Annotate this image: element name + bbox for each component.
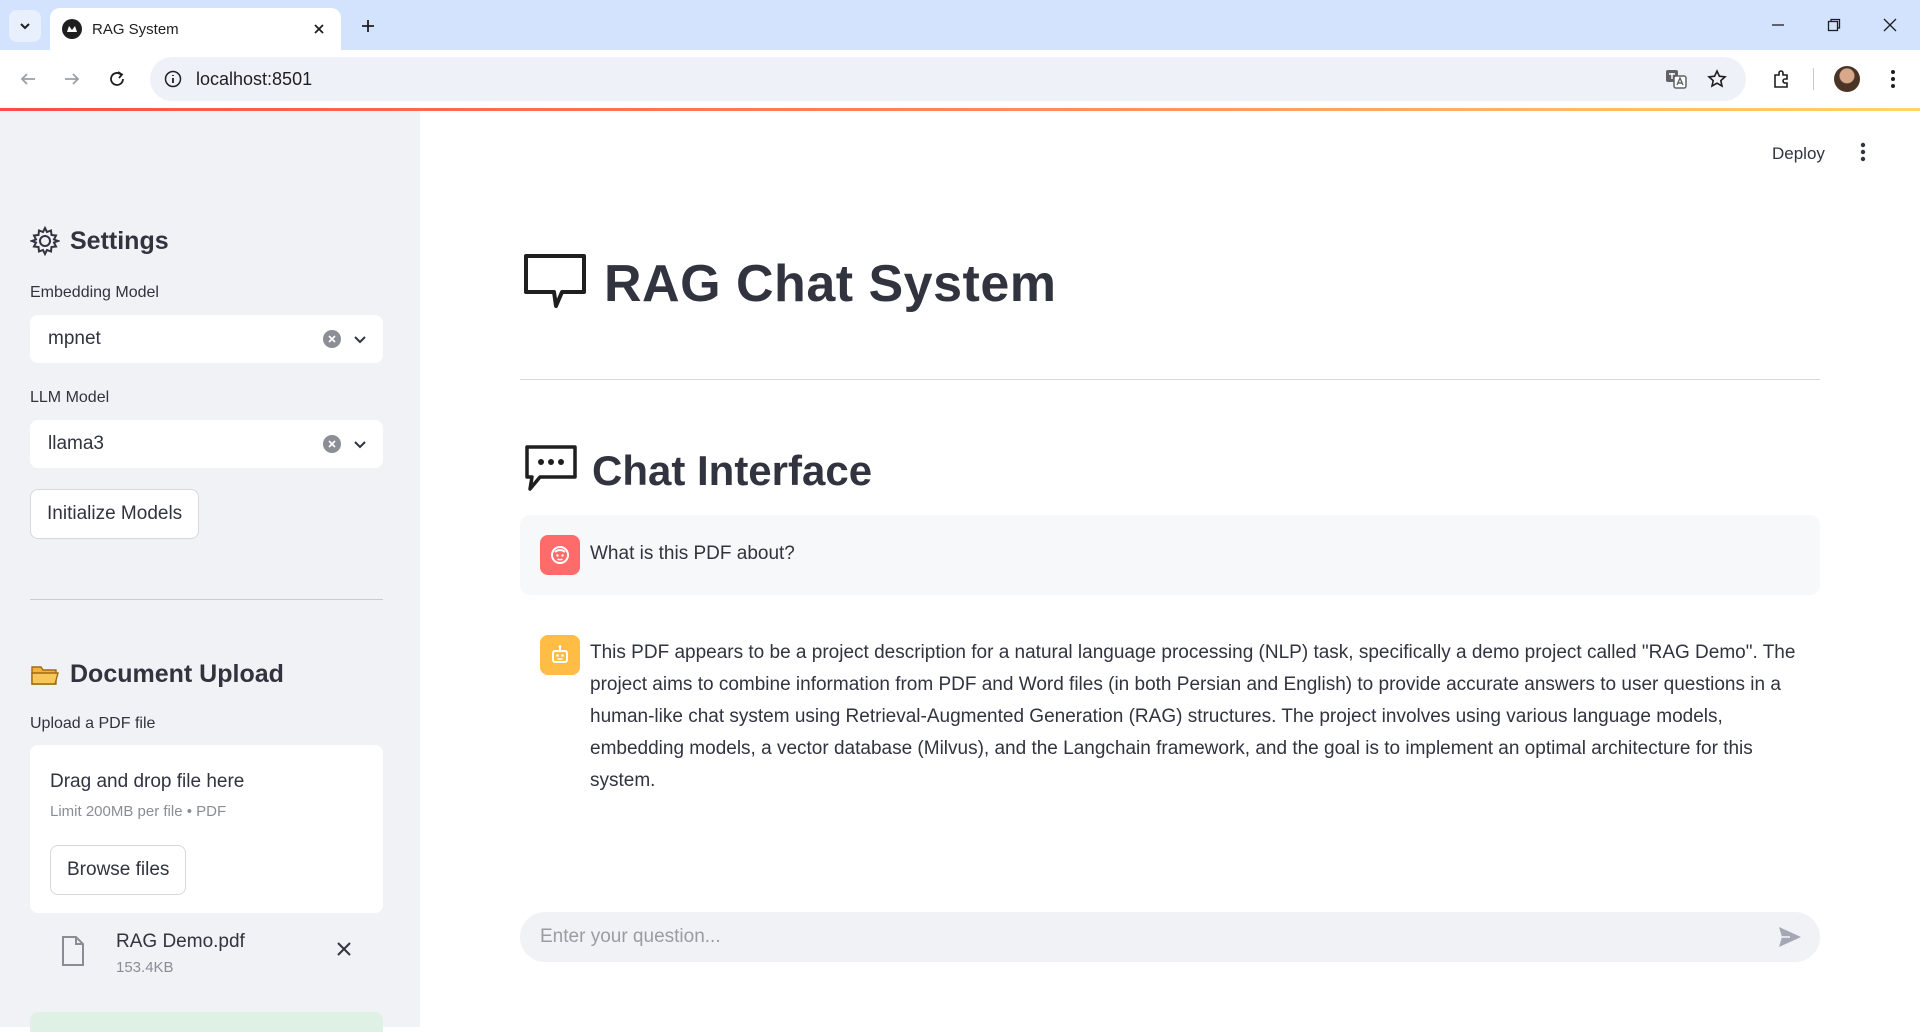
minimize-icon <box>1772 24 1784 26</box>
browse-files-button[interactable]: Browse files <box>50 845 187 895</box>
remove-file-icon[interactable] <box>336 941 352 962</box>
page-title-text: RAG Chat System <box>604 254 1057 313</box>
browser-menu-button[interactable] <box>1878 64 1908 94</box>
chevron-down-icon[interactable] <box>353 332 367 346</box>
embedding-model-value: mpnet <box>48 328 101 349</box>
upload-success-alert <box>30 1012 383 1032</box>
url-text: localhost:8501 <box>196 68 313 89</box>
reload-icon <box>110 71 124 86</box>
file-name: RAG Demo.pdf <box>116 931 245 952</box>
gear-icon <box>30 226 60 256</box>
restore-icon <box>1827 18 1841 32</box>
extensions-button[interactable] <box>1766 64 1796 94</box>
initialize-models-button[interactable]: Initialize Models <box>30 489 200 539</box>
kebab-menu-icon <box>1891 70 1895 88</box>
file-size: 153.4KB <box>116 959 174 976</box>
title-divider <box>520 379 1820 380</box>
chat-input-container <box>520 912 1820 962</box>
embedding-model-label: Embedding Model <box>30 284 159 301</box>
chevron-down-icon <box>20 23 30 30</box>
tab-search-button[interactable] <box>9 10 41 42</box>
arrow-left-icon <box>20 73 35 85</box>
embedding-model-select[interactable]: mpnet <box>30 315 383 363</box>
browser-toolbar: localhost:8501 <box>0 50 1920 108</box>
document-upload-title: Document Upload <box>70 660 284 688</box>
file-dropzone[interactable]: Drag and drop file here Limit 200MB per … <box>30 745 383 913</box>
chat-dots-icon <box>524 444 578 497</box>
chat-input[interactable] <box>540 926 1770 948</box>
file-icon <box>60 935 86 972</box>
restore-button[interactable] <box>1806 0 1862 50</box>
profile-avatar[interactable] <box>1834 66 1860 92</box>
back-button[interactable] <box>12 63 44 95</box>
user-avatar-icon <box>540 535 580 575</box>
deploy-button[interactable]: Deploy <box>1772 140 1825 168</box>
folder-icon <box>30 663 60 687</box>
uploaded-file: RAG Demo.pdf 153.4KB <box>30 925 383 985</box>
puzzle-icon <box>1774 70 1788 88</box>
robot-icon <box>540 635 580 675</box>
upload-pdf-label: Upload a PDF file <box>30 715 156 732</box>
assistant-message-text: This PDF appears to be a project descrip… <box>590 642 1796 791</box>
send-icon <box>1779 927 1801 947</box>
reload-button[interactable] <box>101 63 133 95</box>
browser-tab-bar: RAG System <box>0 0 1920 50</box>
tab-title: RAG System <box>92 20 179 38</box>
close-icon <box>1883 18 1897 32</box>
llm-model-select[interactable]: llama3 <box>30 420 383 468</box>
dropzone-text: Drag and drop file here <box>50 771 245 792</box>
document-upload-heading: Document Upload <box>30 660 284 689</box>
llm-model-label: LLM Model <box>30 389 110 406</box>
browser-tab[interactable]: RAG System <box>50 8 341 50</box>
bookmark-button[interactable] <box>1702 64 1732 94</box>
star-icon <box>1707 69 1727 88</box>
close-window-button[interactable] <box>1862 0 1918 50</box>
minimize-button[interactable] <box>1750 0 1806 50</box>
main-menu-button[interactable] <box>1860 142 1866 167</box>
llm-model-value: llama3 <box>48 433 104 454</box>
translate-button[interactable] <box>1661 64 1691 94</box>
forward-button[interactable] <box>56 63 88 95</box>
arrow-right-icon <box>65 73 80 85</box>
site-info-icon[interactable] <box>164 70 182 88</box>
plus-icon <box>362 20 374 32</box>
address-bar[interactable]: localhost:8501 <box>150 57 1746 101</box>
settings-title: Settings <box>70 226 169 255</box>
kebab-menu-icon <box>1860 142 1866 162</box>
chat-interface-title: Chat Interface <box>592 446 873 494</box>
sidebar-divider <box>30 599 383 600</box>
speech-bubble-icon <box>522 252 588 315</box>
new-tab-button[interactable] <box>352 10 384 42</box>
clear-icon[interactable] <box>323 435 341 453</box>
toolbar-divider <box>1813 68 1814 90</box>
settings-heading: Settings <box>30 226 169 256</box>
send-button[interactable] <box>1770 917 1810 957</box>
chevron-down-icon[interactable] <box>353 437 367 451</box>
chat-interface-heading: Chat Interface <box>524 444 872 497</box>
tab-close-icon[interactable] <box>309 19 329 39</box>
clear-icon[interactable] <box>323 330 341 348</box>
chat-message-user: What is this PDF about? <box>520 515 1820 595</box>
dropzone-limit: Limit 200MB per file • PDF <box>50 803 227 820</box>
user-message-text: What is this PDF about? <box>590 543 795 564</box>
streamlit-favicon-icon <box>62 19 82 39</box>
translate-icon <box>1666 70 1687 89</box>
page-title: RAG Chat System <box>522 252 1057 315</box>
